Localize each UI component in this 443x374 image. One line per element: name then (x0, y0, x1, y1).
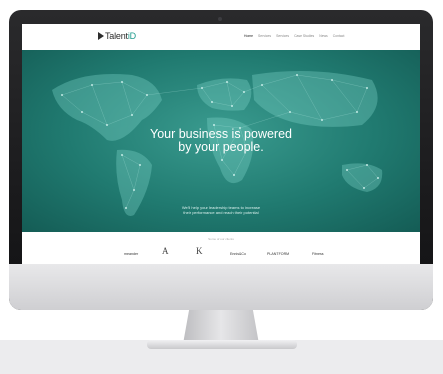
monitor-stand-base (147, 340, 297, 349)
client-logo-1: meander (124, 252, 139, 256)
logo-brand-accent: iD (127, 31, 136, 41)
main-nav: Home Services Services Case Studies News… (244, 34, 344, 38)
logo-brand: Talent (105, 31, 128, 41)
client-logo-2: A (162, 246, 169, 256)
site-logo[interactable]: TalentiD (98, 31, 136, 41)
client-logo-5: PLANTFORM (267, 252, 290, 256)
nav-item-contact[interactable]: Contact (333, 34, 345, 38)
client-logo-6: Fitness (312, 252, 324, 256)
nav-item-services-2[interactable]: Services (276, 34, 289, 38)
nav-item-news[interactable]: News (319, 34, 327, 38)
camera-icon (218, 17, 222, 21)
logo-arrow-icon (98, 32, 104, 40)
site-header: TalentiD Home Services Services Case Stu… (22, 24, 420, 50)
map-australia (342, 163, 383, 192)
nav-item-home[interactable]: Home (244, 34, 253, 38)
logo-text: TalentiD (105, 31, 136, 41)
client-logo-4: Ennis&Co (230, 252, 246, 256)
monitor-stand-neck (183, 310, 259, 344)
map-europe (197, 78, 252, 111)
map-asia (252, 71, 378, 127)
website-screen: TalentiD Home Services Services Case Stu… (22, 24, 420, 264)
clients-heading: Some of our clients (208, 237, 234, 241)
hero-banner: Your business is powered by your people.… (22, 50, 420, 232)
clients-section: Some of our clients meander A K Ennis&Co… (22, 232, 420, 264)
nav-item-case-studies[interactable]: Case Studies (294, 34, 314, 38)
nav-item-services[interactable]: Services (258, 34, 271, 38)
monitor-chin (9, 264, 433, 310)
hero-subtitle-line-2: their performance and reach their potent… (183, 210, 259, 215)
hero-title-line-2: by your people. (178, 140, 264, 154)
client-logo-3: K (196, 246, 203, 256)
